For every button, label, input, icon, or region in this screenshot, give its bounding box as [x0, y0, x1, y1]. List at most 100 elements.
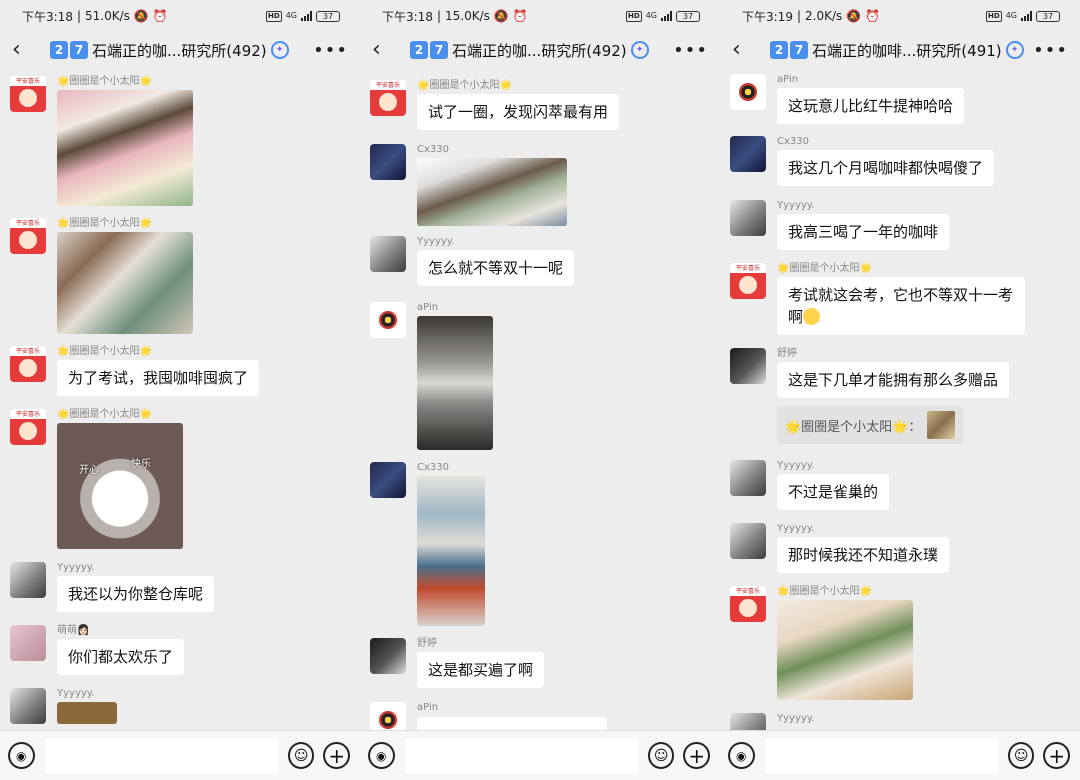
sender-name: aPin: [777, 74, 799, 85]
avatar[interactable]: [370, 302, 406, 338]
avatar[interactable]: [370, 144, 406, 180]
message-list[interactable]: aPin 这玩意儿比红牛提神哈哈 Cx330 我这几个月喝咖啡都快喝傻了 Yyy…: [720, 68, 1080, 730]
message-bubble[interactable]: 不过是雀巢的: [777, 474, 890, 510]
message: Yyyyyy.: [10, 688, 355, 724]
group-number-badge: 7: [430, 41, 448, 59]
sticker-message[interactable]: 开心 快乐: [57, 423, 183, 549]
avatar[interactable]: [10, 688, 46, 724]
avatar[interactable]: [730, 136, 766, 172]
plus-icon[interactable]: +: [683, 742, 710, 769]
message: Yyyyyy. 那时候我还不知道永璞: [730, 523, 1075, 573]
assistant-icon[interactable]: ✦: [270, 41, 289, 59]
photo-message[interactable]: [417, 316, 493, 450]
message-bubble[interactable]: 怎么就不等双十一呢: [417, 250, 575, 286]
chat-title[interactable]: 2 7 石端正的咖...研究所(492) ✦: [50, 40, 289, 61]
more-button[interactable]: •••: [1033, 40, 1068, 61]
message-body: 舒婷 这是下几单才能拥有那么多赠品 🌟圈圈是个小太阳🌟：: [777, 348, 1010, 444]
plus-icon[interactable]: +: [1043, 742, 1070, 769]
message-body: Cx330: [417, 462, 485, 626]
avatar[interactable]: [10, 562, 46, 598]
input-bar: ◉ ☺ +: [0, 730, 360, 780]
voice-icon[interactable]: ◉: [728, 742, 755, 769]
message: aPin 这玩意儿比红牛提神哈哈: [730, 74, 1075, 124]
message-bubble[interactable]: 这是下几单才能拥有那么多赠品: [777, 362, 1010, 398]
assistant-icon[interactable]: ✦: [1005, 41, 1024, 59]
message-bubble[interactable]: 我这几个月喝咖啡都快喝傻了: [777, 150, 995, 186]
sticker-message[interactable]: [57, 702, 117, 724]
status-right: HD 4G 37: [986, 10, 1060, 22]
photo-message[interactable]: [57, 90, 193, 206]
message-bubble[interactable]: 为了考试，我囤咖啡囤疯了: [57, 360, 260, 396]
message-bubble[interactable]: 我高三喝了一年的咖啡: [777, 214, 950, 250]
avatar[interactable]: [370, 236, 406, 272]
avatar[interactable]: [730, 523, 766, 559]
chat-screen-2: 下午3:18 | 15.0K/s 🔕 ⏰ HD 4G 37 ‹ 2 7 石端正的…: [360, 0, 720, 780]
avatar[interactable]: [370, 702, 406, 730]
emoji-icon[interactable]: ☺: [647, 742, 675, 769]
avatar[interactable]: 平安喜乐: [730, 263, 766, 299]
photo-message[interactable]: [417, 476, 485, 626]
quoted-reply[interactable]: 🌟圈圈是个小太阳🌟：: [777, 406, 964, 444]
chat-header: ‹ 2 7 石端正的咖...研究所(492) ✦ •••: [0, 32, 360, 68]
status-speed: 15.0K/s: [445, 9, 490, 23]
chat-header: ‹ 2 7 石端正的咖...研究所(492) ✦ •••: [360, 32, 720, 68]
avatar[interactable]: [730, 713, 766, 730]
more-button[interactable]: •••: [313, 40, 348, 61]
avatar[interactable]: [730, 348, 766, 384]
emoji-icon[interactable]: ☺: [1007, 742, 1035, 769]
avatar[interactable]: [730, 200, 766, 236]
more-button[interactable]: •••: [673, 40, 708, 61]
avatar[interactable]: 平安喜乐: [10, 409, 46, 445]
group-number-badge: 2: [50, 41, 68, 59]
message-bubble[interactable]: 这玩意儿比红牛提神哈哈: [777, 88, 965, 124]
battery-icon: 37: [676, 10, 700, 22]
message: 平安喜乐 🌟圈圈是个小太阳🌟 考试就这会考，它也不等双十一考啊: [730, 263, 1075, 335]
message-bubble[interactable]: 那时候我还不知道永璞: [777, 537, 950, 573]
message: Cx330: [370, 462, 715, 626]
photo-message[interactable]: [417, 158, 567, 226]
back-button[interactable]: ‹: [12, 39, 32, 61]
emoji-icon[interactable]: ☺: [287, 742, 315, 769]
chat-title[interactable]: 2 7 石端正的咖啡...研究所(491) ✦: [770, 40, 1024, 61]
alarm-icon: ⏰: [512, 9, 528, 23]
message-bubble[interactable]: 你们都太欢乐了: [57, 639, 185, 675]
avatar[interactable]: 平安喜乐: [10, 346, 46, 382]
sender-name: 萌萌👩🏻: [57, 625, 90, 636]
plus-icon[interactable]: +: [323, 742, 350, 769]
signal-icon: [1021, 11, 1032, 21]
back-button[interactable]: ‹: [372, 39, 392, 61]
avatar[interactable]: [370, 638, 406, 674]
message-input[interactable]: [404, 737, 638, 774]
back-button[interactable]: ‹: [732, 39, 752, 61]
avatar[interactable]: 平安喜乐: [10, 76, 46, 112]
message-bubble[interactable]: 考试就这会考，它也不等双十一考啊: [777, 277, 1025, 335]
avatar[interactable]: [730, 74, 766, 110]
sender-name: 🌟圈圈是个小太阳🌟: [57, 218, 152, 229]
screenshots-row: 下午3:18 | 51.0K/s 🔕 ⏰ HD 4G 37 ‹ 2 7 石端正的…: [0, 0, 1080, 780]
chat-title[interactable]: 2 7 石端正的咖...研究所(492) ✦: [410, 40, 649, 61]
avatar[interactable]: 平安喜乐: [370, 80, 406, 116]
message-bubble[interactable]: 我还以为你整仓库呢: [57, 576, 215, 612]
message: 平安喜乐 🌟圈圈是个小太阳🌟: [730, 586, 1075, 700]
alarm-icon: ⏰: [152, 9, 168, 23]
assistant-icon[interactable]: ✦: [630, 41, 649, 59]
photo-message[interactable]: [777, 600, 913, 700]
sender-name: Yyyyyy.: [777, 200, 815, 211]
avatar[interactable]: [370, 462, 406, 498]
message-list[interactable]: 平安喜乐 🌟圈圈是个小太阳🌟 试了一圈，发现闪萃最有用 Cx330 Yyyyyy…: [360, 68, 720, 730]
message-bubble[interactable]: 这是都买遍了啊: [417, 652, 545, 688]
message-bubble[interactable]: 试了一圈，发现闪萃最有用: [417, 94, 620, 130]
group-number-badge: 7: [790, 41, 808, 59]
avatar[interactable]: 平安喜乐: [730, 586, 766, 622]
message-list[interactable]: 平安喜乐 🌟圈圈是个小太阳🌟 平安喜乐 🌟圈圈是个小太阳🌟 平安喜乐 🌟圈圈是个…: [0, 68, 360, 730]
message-input[interactable]: [764, 737, 998, 774]
status-speed: 51.0K/s: [85, 9, 130, 23]
message-bubble[interactable]: [417, 717, 607, 730]
avatar[interactable]: [730, 460, 766, 496]
avatar[interactable]: 平安喜乐: [10, 218, 46, 254]
voice-icon[interactable]: ◉: [8, 742, 35, 769]
avatar[interactable]: [10, 625, 46, 661]
voice-icon[interactable]: ◉: [368, 742, 395, 769]
message-input[interactable]: [44, 737, 278, 774]
photo-message[interactable]: [57, 232, 193, 334]
